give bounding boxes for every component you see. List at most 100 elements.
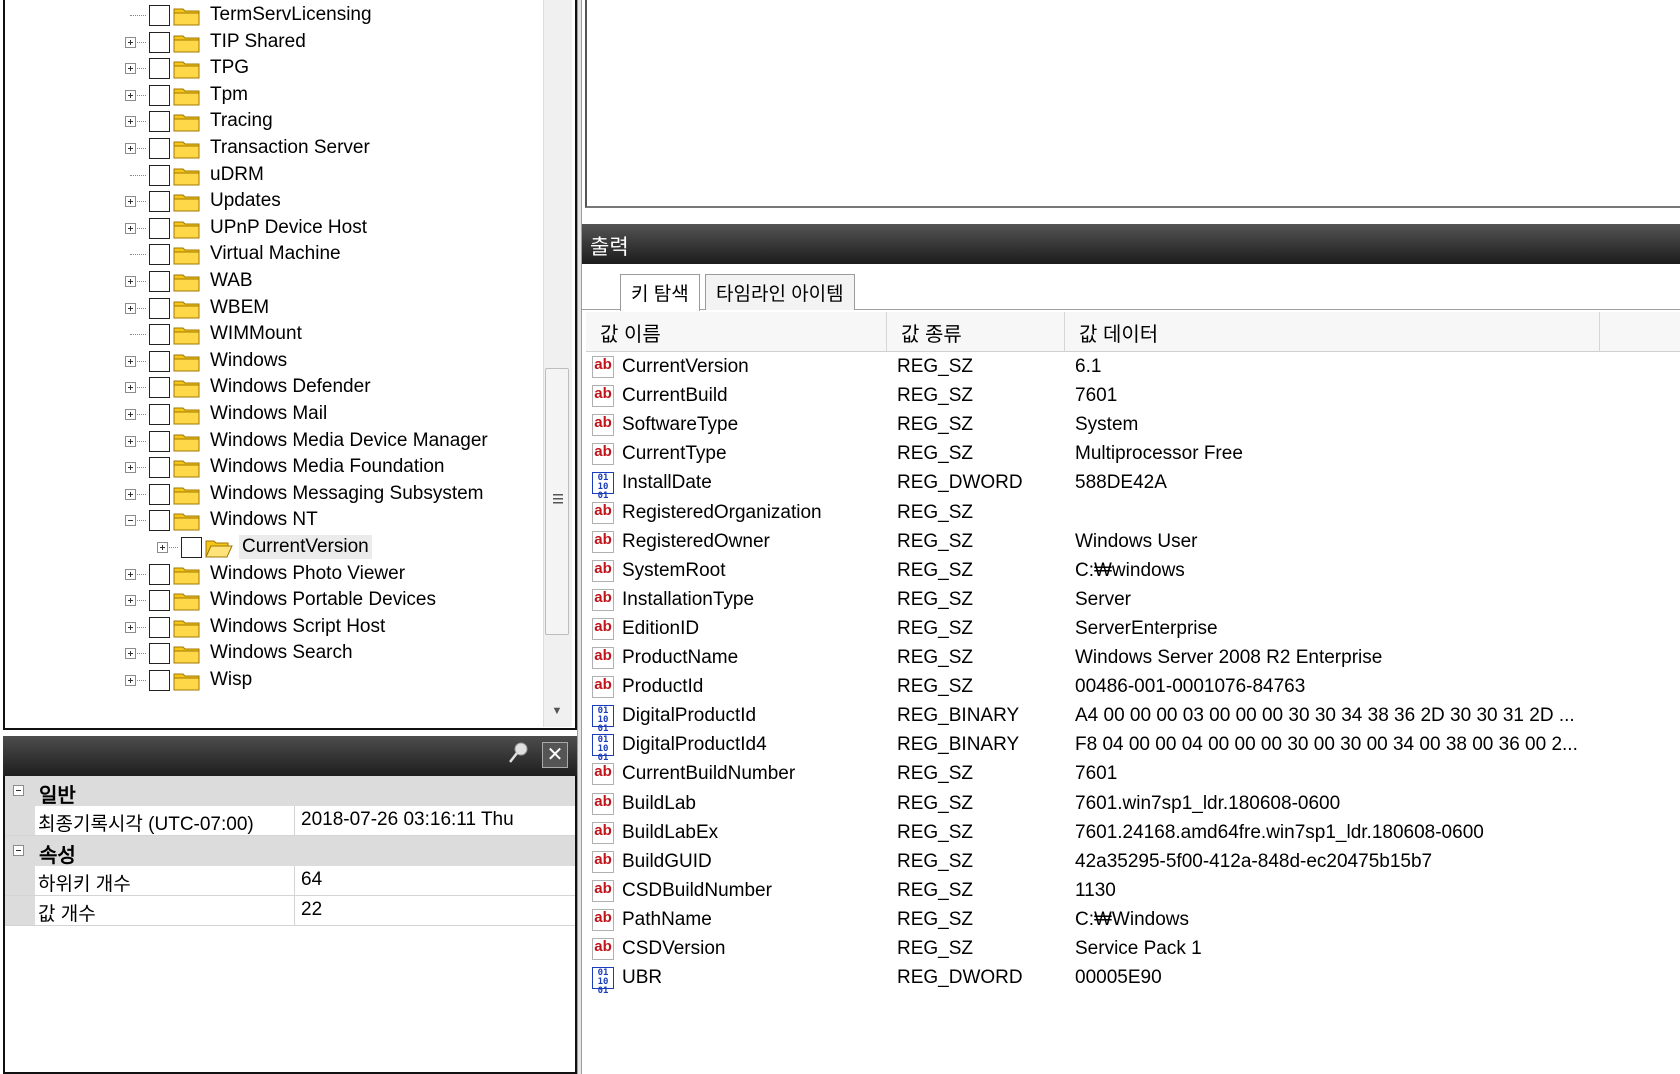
property-row[interactable]: 하위키 개수 64 [5, 866, 575, 896]
tree-item-checkbox[interactable] [149, 590, 170, 612]
registry-value-row[interactable]: ab CurrentType REG_SZ Multiprocessor Free [586, 441, 1680, 471]
tree-item-checkbox[interactable] [149, 111, 170, 133]
pin-icon[interactable] [504, 740, 532, 770]
tree-item[interactable]: Tpm [5, 82, 545, 110]
expand-icon[interactable] [125, 648, 136, 660]
tree-item[interactable]: UPnP Device Host [5, 215, 545, 243]
registry-value-row[interactable]: 01 10 01 DigitalProductId4 REG_BINARY F8 04 0… [586, 732, 1680, 763]
tree-item[interactable]: TermServLicensing [5, 2, 545, 30]
property-category[interactable]: 일반 [5, 776, 575, 807]
tree-item[interactable]: Windows Photo Viewer [5, 561, 545, 589]
expand-icon[interactable] [125, 595, 136, 607]
tree-item[interactable]: Windows Portable Devices [5, 587, 545, 615]
registry-value-row[interactable]: 01 10 01 UBR REG_DWORD 00005E90 [586, 965, 1680, 996]
registry-value-row[interactable]: 01 10 01 InstallDate REG_DWORD 588DE42A [586, 470, 1680, 501]
registry-value-row[interactable]: ab BuildLabEx REG_SZ 7601.24168.amd64fre.wi… [586, 820, 1680, 850]
expand-icon[interactable] [125, 143, 136, 154]
tree-item-checkbox[interactable] [149, 191, 170, 213]
tree-item-checkbox[interactable] [149, 483, 170, 505]
tree-item[interactable]: WAB [5, 268, 545, 296]
tree-item-checkbox[interactable] [149, 164, 170, 186]
registry-value-row[interactable]: ab CurrentBuildNumber REG_SZ 7601 [586, 761, 1680, 791]
tree-item-checkbox[interactable] [149, 138, 170, 159]
tree-item[interactable]: WIMMount [5, 321, 545, 349]
registry-value-row[interactable]: ab SoftwareType REG_SZ System [586, 412, 1680, 442]
tab-key-search[interactable]: 키 탐색 [620, 274, 700, 311]
registry-value-row[interactable]: ab InstallationType REG_SZ Server [586, 587, 1680, 617]
registry-value-row[interactable]: ab ProductName REG_SZ Windows Server 2008 R… [586, 645, 1680, 675]
registry-value-row[interactable]: ab CurrentVersion REG_SZ 6.1 [586, 354, 1680, 384]
tree-item-checkbox[interactable] [149, 457, 170, 479]
tree-item[interactable]: Windows NT [5, 507, 545, 535]
expand-icon[interactable] [125, 568, 136, 580]
tree-item[interactable]: Windows Messaging Subsystem [5, 481, 545, 509]
registry-value-row[interactable]: ab CSDVersion REG_SZ Service Pack 1 [586, 936, 1680, 966]
tree-item-checkbox[interactable] [149, 324, 170, 346]
tab-timeline-items[interactable]: 타임라인 아이템 [705, 274, 855, 310]
column-header-name[interactable]: 값 이름 [586, 312, 887, 351]
expand-icon[interactable] [125, 302, 136, 314]
tree-item-checkbox[interactable] [149, 297, 170, 319]
tree-item-checkbox[interactable] [149, 5, 170, 26]
registry-value-row[interactable]: ab ProductId REG_SZ 00486-001-0001076-84763 [586, 674, 1680, 704]
tree-item[interactable]: TPG [5, 55, 545, 83]
registry-value-row[interactable]: ab SystemRoot REG_SZ C:₩windows [586, 558, 1680, 588]
tree-item-checkbox[interactable] [149, 404, 170, 425]
tree-item[interactable]: Wisp [5, 667, 545, 695]
tree-item-checkbox[interactable] [149, 350, 170, 372]
tree-item[interactable]: WBEM [5, 295, 545, 323]
expand-icon[interactable] [125, 675, 136, 686]
tree-item-checkbox[interactable] [149, 616, 170, 638]
tree-item-checkbox[interactable] [149, 31, 170, 53]
panel-splitter[interactable] [577, 0, 582, 1074]
expand-icon[interactable] [125, 276, 136, 287]
registry-tree[interactable]: TermServLicensing TIP Shared TPG Tpm Tracing… [3, 0, 577, 730]
tree-item[interactable]: Windows Search [5, 640, 545, 668]
expand-icon[interactable] [125, 382, 136, 394]
expand-icon[interactable] [125, 355, 136, 367]
tree-item[interactable]: TIP Shared [5, 29, 545, 57]
tree-item[interactable]: CurrentVersion [5, 534, 545, 562]
tree-item-checkbox[interactable] [149, 643, 170, 665]
expand-icon[interactable] [125, 36, 136, 48]
expand-icon[interactable] [125, 621, 136, 633]
expand-icon[interactable] [125, 462, 136, 474]
expand-icon[interactable] [125, 409, 136, 420]
registry-value-row[interactable]: ab CurrentBuild REG_SZ 7601 [586, 383, 1680, 413]
column-header-data[interactable]: 값 데이터 [1065, 312, 1600, 351]
registry-value-row[interactable]: ab RegisteredOrganization REG_SZ [586, 500, 1680, 530]
expand-icon[interactable] [125, 222, 136, 234]
collapse-icon[interactable] [13, 785, 24, 796]
registry-value-row[interactable]: ab PathName REG_SZ C:₩Windows [586, 907, 1680, 937]
tree-item[interactable]: Windows Defender [5, 374, 545, 402]
property-row[interactable]: 값 개수 22 [5, 896, 575, 926]
collapse-icon[interactable] [125, 515, 136, 527]
tree-item-checkbox[interactable] [149, 84, 170, 106]
tree-item-checkbox[interactable] [149, 58, 170, 80]
expand-icon[interactable] [125, 435, 136, 447]
tree-item[interactable]: Windows Media Foundation [5, 454, 545, 482]
tree-item-checkbox[interactable] [181, 537, 202, 558]
registry-value-row[interactable]: 01 10 01 DigitalProductId REG_BINARY A4 00 00… [586, 703, 1680, 734]
registry-value-row[interactable]: ab RegisteredOwner REG_SZ Windows User [586, 529, 1680, 559]
tree-item-checkbox[interactable] [149, 670, 170, 691]
close-icon[interactable]: ✕ [542, 742, 568, 768]
property-row[interactable]: 최종기록시각 (UTC-07:00) 2018-07-26 03:16:11 Th… [5, 806, 575, 836]
tree-item-checkbox[interactable] [149, 244, 170, 266]
column-header-type[interactable]: 값 종류 [887, 312, 1065, 351]
expand-icon[interactable] [125, 63, 136, 75]
expand-icon[interactable] [157, 542, 168, 553]
tree-item[interactable]: Updates [5, 188, 545, 216]
scroll-down-arrow-icon[interactable]: ▼ [548, 705, 566, 719]
tree-item-checkbox[interactable] [149, 217, 170, 239]
tree-item-checkbox[interactable] [149, 510, 170, 532]
expand-icon[interactable] [125, 89, 136, 101]
tree-item-checkbox[interactable] [149, 377, 170, 399]
expand-icon[interactable] [125, 488, 136, 500]
registry-value-row[interactable]: ab BuildLab REG_SZ 7601.win7sp1_ldr.180608-… [586, 791, 1680, 821]
property-category[interactable]: 속성 [5, 836, 575, 867]
tree-item[interactable]: Virtual Machine [5, 241, 545, 269]
collapse-icon[interactable] [13, 845, 24, 856]
tree-item[interactable]: Tracing [5, 108, 545, 136]
tree-item[interactable]: uDRM [5, 162, 545, 190]
